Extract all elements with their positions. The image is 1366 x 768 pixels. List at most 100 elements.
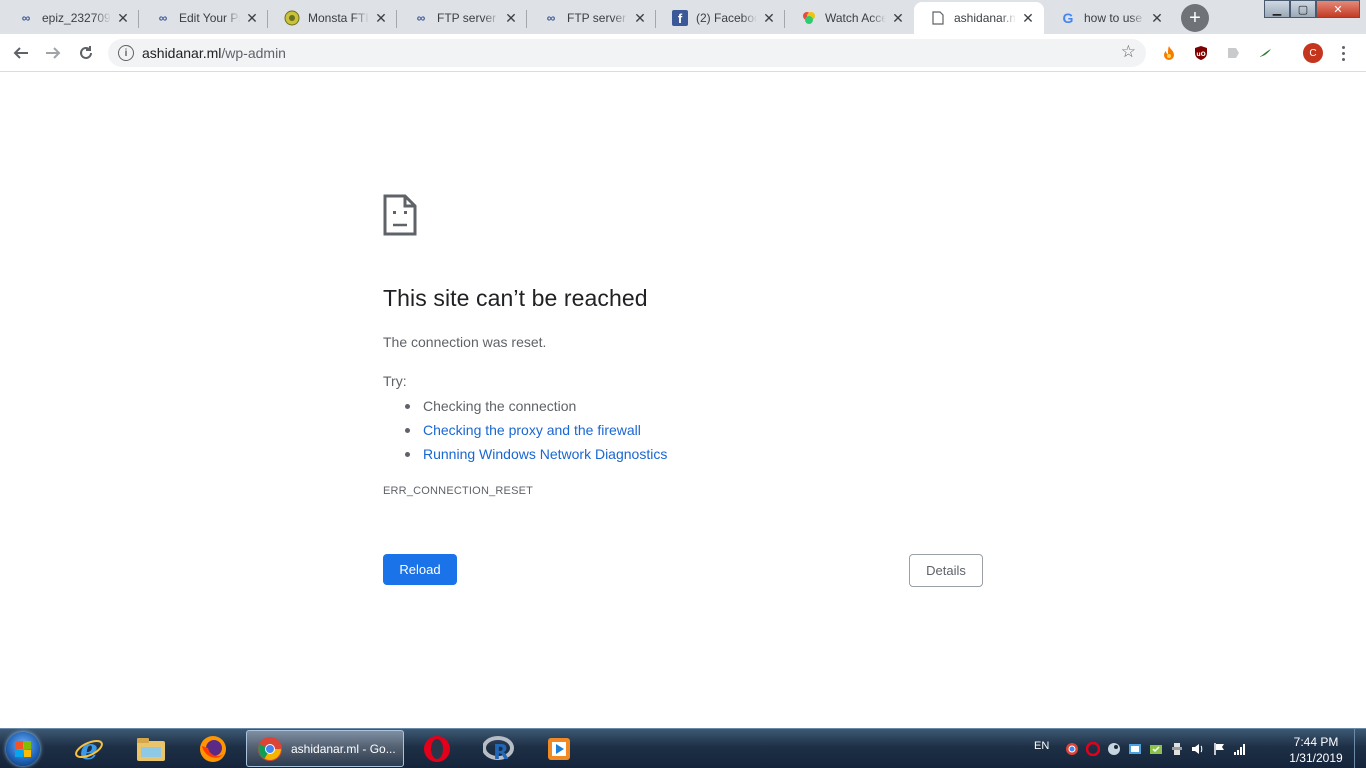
tab-title: Watch Accel (825, 11, 886, 25)
forward-button[interactable] (40, 40, 66, 66)
close-icon[interactable]: ✕ (1149, 10, 1165, 26)
system-tray (1064, 741, 1247, 756)
error-heading: This site can’t be reached (383, 285, 648, 311)
menu-kebab-icon[interactable] (1338, 42, 1348, 64)
tab-title: Edit Your Profile (179, 11, 240, 25)
new-tab-button[interactable]: + (1181, 4, 1209, 32)
svg-text:e: e (80, 734, 98, 764)
close-icon[interactable]: ✕ (115, 10, 131, 26)
show-desktop-button[interactable] (1354, 729, 1366, 768)
close-icon[interactable]: ✕ (632, 10, 648, 26)
details-button[interactable]: Details (909, 554, 983, 587)
infinity-icon: ∞ (158, 11, 168, 25)
profile-avatar[interactable]: C (1303, 43, 1323, 63)
tab-0[interactable]: ∞ epiz_23270929 ✕ (2, 2, 139, 34)
url-host: ashidanar.ml (142, 45, 222, 61)
refresh-icon (80, 46, 92, 59)
suggestion-proxy-firewall-link[interactable]: Checking the proxy and the firewall (405, 418, 667, 442)
tab-6[interactable]: Watch Accel ✕ (785, 2, 914, 34)
close-icon[interactable]: ✕ (1020, 10, 1036, 26)
start-button[interactable] (6, 732, 40, 766)
minimize-button[interactable]: ▁ (1264, 0, 1290, 18)
file-explorer-icon[interactable] (128, 731, 174, 767)
steam-icon[interactable] (1106, 741, 1121, 756)
opera-icon[interactable] (414, 731, 460, 767)
close-icon[interactable]: ✕ (761, 10, 777, 26)
tab-5[interactable]: f (2) Facebook ✕ (656, 2, 785, 34)
system-clock[interactable]: 7:44 PM 1/31/2019 (1283, 734, 1349, 766)
windows-logo-icon (15, 741, 31, 757)
taskbar-chrome-window[interactable]: ashidanar.ml - Go... (246, 730, 404, 767)
internet-explorer-icon[interactable]: e (66, 731, 112, 767)
arrow-right-icon (46, 47, 61, 59)
tab-title: FTP server d (437, 11, 499, 25)
url-text[interactable]: ashidanar.ml/wp-admin (142, 45, 286, 61)
info-icon[interactable]: i (118, 45, 134, 61)
media-player-icon[interactable] (536, 731, 582, 767)
monsta-icon (284, 10, 300, 26)
page-icon (930, 10, 946, 26)
language-indicator[interactable]: EN (1034, 740, 1049, 752)
tab-2[interactable]: Monsta FTP ✕ (268, 2, 397, 34)
svg-text:R: R (493, 740, 508, 763)
tab-title: how to use (1084, 11, 1143, 25)
svg-text:uO: uO (1196, 51, 1205, 58)
maximize-button[interactable]: ▢ (1290, 0, 1316, 18)
facebook-icon: f (672, 10, 688, 26)
sad-page-icon (383, 194, 417, 241)
suggestion-network-diagnostics-link[interactable]: Running Windows Network Diagnostics (405, 442, 667, 466)
infinity-icon: ∞ (416, 11, 426, 25)
error-page: This site can’t be reached The connectio… (0, 72, 1366, 728)
extension-green-icon[interactable] (1256, 44, 1274, 62)
bookmark-star-icon[interactable]: ☆ (1121, 42, 1136, 62)
chrome-icon (258, 736, 282, 761)
volume-icon[interactable] (1190, 741, 1205, 756)
close-icon[interactable]: ✕ (244, 10, 260, 26)
chrome-tray-icon[interactable] (1064, 741, 1079, 756)
signal-bars-icon[interactable] (1232, 741, 1247, 756)
error-message: The connection was reset. (383, 334, 547, 350)
tab-title: epiz_23270929 (42, 11, 111, 25)
reload-toolbar-button[interactable] (73, 40, 99, 66)
suggestion-check-connection: Checking the connection (405, 394, 667, 418)
clock-time: 7:44 PM (1293, 735, 1339, 749)
tab-active[interactable]: ashidanar.ml ✕ (914, 2, 1044, 34)
try-label: Try: (383, 373, 407, 389)
close-icon[interactable]: ✕ (890, 10, 906, 26)
extension-fire-icon[interactable] (1160, 44, 1178, 62)
shield-check-icon[interactable] (1148, 741, 1163, 756)
browser-toolbar: i ashidanar.ml/wp-admin ☆ uO C (0, 34, 1366, 72)
watch-icon (801, 10, 817, 26)
reload-button[interactable]: Reload (383, 554, 457, 585)
error-code: ERR_CONNECTION_RESET (383, 485, 534, 497)
close-icon[interactable]: ✕ (373, 10, 389, 26)
extension-gray-icon[interactable] (1224, 44, 1242, 62)
infinity-icon: ∞ (546, 11, 556, 25)
ublock-icon[interactable]: uO (1192, 44, 1210, 62)
tab-title: (2) Facebook (696, 11, 757, 25)
tab-8[interactable]: G how to use ✕ (1044, 2, 1173, 34)
network-adapter-icon[interactable] (1127, 741, 1142, 756)
usb-device-icon[interactable] (1169, 741, 1184, 756)
action-center-flag-icon[interactable] (1211, 741, 1226, 756)
tab-title: FTP server d (567, 11, 628, 25)
back-button[interactable] (8, 40, 34, 66)
firefox-icon[interactable] (190, 731, 236, 767)
tab-title: Monsta FTP (308, 11, 369, 25)
tab-title: ashidanar.ml (954, 11, 1016, 25)
window-controls: ▁ ▢ ✕ (1264, 0, 1360, 18)
close-window-button[interactable]: ✕ (1316, 0, 1360, 18)
close-icon[interactable]: ✕ (503, 10, 519, 26)
taskbar-window-label: ashidanar.ml - Go... (291, 741, 396, 756)
tab-3[interactable]: ∞ FTP server d ✕ (397, 2, 527, 34)
tab-4[interactable]: ∞ FTP server d ✕ (527, 2, 656, 34)
windows-taskbar: e ashidanar.ml - Go... R EN 7:44 PM 1/31… (0, 728, 1366, 768)
address-bar[interactable]: i ashidanar.ml/wp-admin ☆ (108, 39, 1146, 67)
suggestion-list: Checking the connection Checking the pro… (405, 394, 667, 466)
tab-strip: ∞ epiz_23270929 ✕ ∞ Edit Your Profile ✕ … (0, 0, 1366, 34)
opera-tray-icon[interactable] (1085, 741, 1100, 756)
arrow-left-icon (13, 47, 28, 59)
r-language-icon[interactable]: R (476, 731, 522, 767)
google-icon: G (1062, 10, 1074, 26)
tab-1[interactable]: ∞ Edit Your Profile ✕ (139, 2, 268, 34)
